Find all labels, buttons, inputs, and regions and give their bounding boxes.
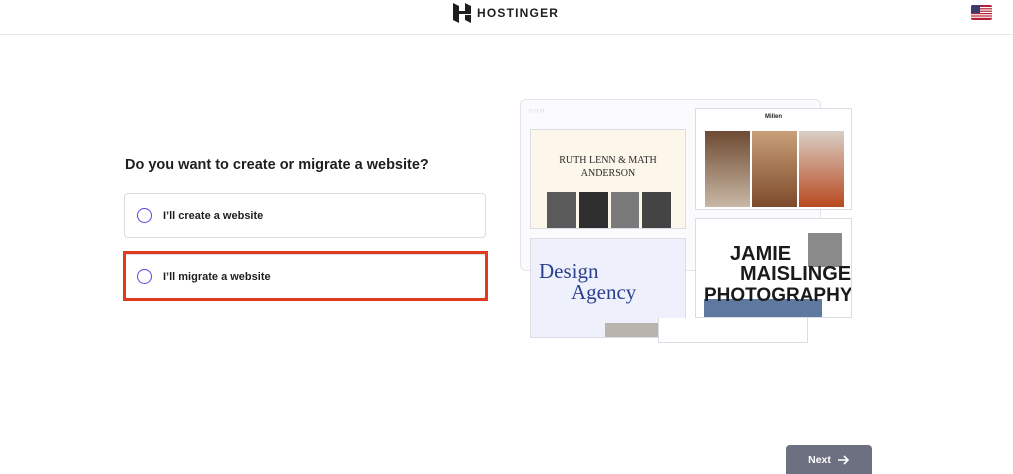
option-migrate-website[interactable]: I’ll migrate a website (124, 254, 486, 299)
template-title: RUTH LENN & MATH ANDERSON (559, 155, 657, 179)
template-title: MAISLINGER (740, 263, 852, 285)
option-label: I’ll migrate a website (163, 270, 271, 283)
template-preview-card: JAMIE MAISLINGER PHOTOGRAPHY (695, 218, 852, 318)
logo-text: HOSTINGER (477, 6, 560, 20)
radio-button[interactable] (137, 208, 152, 223)
us-flag-icon[interactable] (971, 5, 992, 20)
next-button[interactable]: Next (786, 445, 872, 474)
template-photos (705, 131, 844, 207)
radio-button[interactable] (137, 269, 152, 284)
template-title: Millen (764, 114, 782, 120)
next-label: Next (808, 453, 831, 466)
option-label: I’ll create a website (163, 209, 264, 222)
page-question: Do you want to create or migrate a websi… (125, 157, 429, 173)
hostinger-logo[interactable]: HOSTINGER (453, 3, 559, 23)
arrow-right-icon (837, 454, 850, 465)
hostinger-logo-icon (453, 3, 471, 23)
template-photos (547, 192, 671, 228)
template-preview-card (658, 318, 808, 343)
option-create-website[interactable]: I’ll create a website (124, 193, 486, 238)
top-bar: HOSTINGER (0, 0, 1013, 35)
template-title: PHOTOGRAPHY (704, 285, 852, 306)
template-preview-card: RUTH LENN & MATH ANDERSON (530, 129, 686, 229)
template-subtitle: Agency (571, 280, 637, 304)
template-photo (808, 233, 842, 267)
template-title: JAMIE (730, 243, 792, 265)
template-preview-card: Millen (695, 108, 852, 210)
browser-dots-icon: ○○○ (528, 106, 546, 115)
template-title: Design (539, 259, 599, 283)
